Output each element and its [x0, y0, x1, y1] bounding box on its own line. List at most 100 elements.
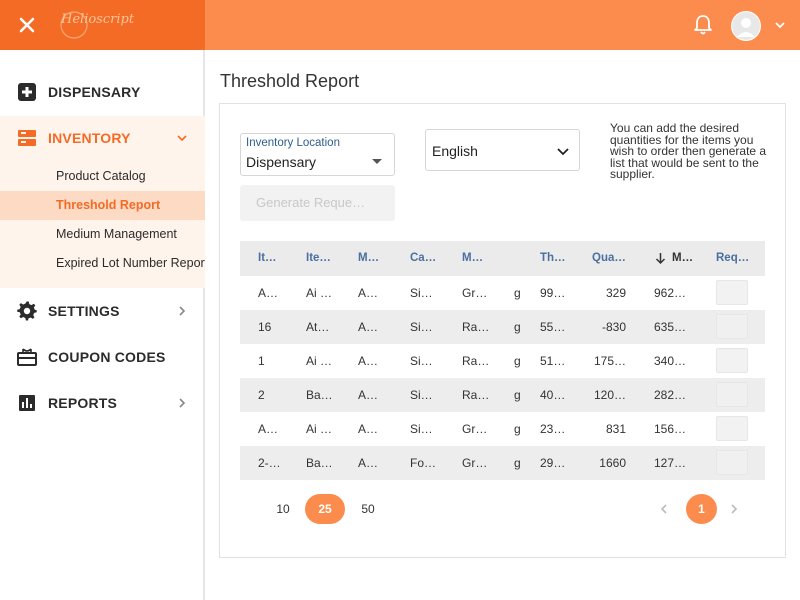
sidebar: DISPENSARY INVENTORY Product Catalog Thr… [0, 50, 205, 600]
dropdown-arrow-icon [372, 159, 382, 164]
table-cell: 329 [605, 286, 626, 300]
table-row: A… Ai … A… Si… Gr… g 99… 329 962… [240, 276, 765, 310]
table-cell: Ai … [306, 354, 333, 368]
table-row: A… Ai … A… Si… Gr… g 23… 831 156… [240, 412, 765, 446]
table-cell: Ra… [462, 388, 490, 402]
column-header[interactable]: Qua… [592, 252, 626, 264]
page-size-25[interactable]: 25 [305, 494, 345, 524]
table-cell: Ra… [462, 320, 490, 334]
column-header[interactable]: M… [358, 252, 379, 264]
table-cell: 127… [654, 456, 687, 470]
table-cell: 55… [540, 320, 566, 334]
column-header[interactable]: Th… [540, 252, 566, 264]
table-cell: 282… [654, 388, 687, 402]
table-cell: 1660 [599, 456, 626, 470]
table-cell: 2-… [258, 456, 281, 470]
chevron-down-icon [177, 135, 187, 142]
chevron-down-icon[interactable] [774, 19, 786, 31]
logo-text: Helioscript [61, 12, 135, 27]
chevron-left-icon[interactable] [658, 503, 670, 515]
request-quantity-input[interactable] [716, 280, 748, 305]
column-header[interactable]: Ite… [306, 252, 331, 264]
table-cell: 16 [258, 320, 272, 334]
table-cell: 51… [540, 354, 566, 368]
bell-icon[interactable] [693, 14, 713, 36]
sidebar-subitem-threshold-report[interactable]: Threshold Report [0, 191, 205, 220]
avatar[interactable] [731, 11, 761, 41]
table-row: 16 At… A… Si… Ra… g 55… -830 635… [240, 310, 765, 344]
gear-icon [17, 301, 37, 321]
sidebar-item-label: COUPON CODES [48, 349, 166, 365]
request-quantity-input[interactable] [716, 450, 748, 475]
request-quantity-input[interactable] [716, 314, 748, 339]
language-value: English [432, 143, 478, 159]
table-cell: Ai … [306, 286, 333, 300]
table-cell: 156… [654, 422, 687, 436]
table-cell: 175… [593, 354, 626, 368]
chevron-right-icon [179, 398, 186, 408]
table-cell: Si… [410, 286, 433, 300]
column-header[interactable]: M… [462, 252, 483, 264]
sidebar-item-inventory[interactable]: INVENTORY [0, 115, 205, 161]
page-size-50[interactable]: 50 [348, 494, 388, 524]
generate-request-button[interactable]: Generate Reque… [240, 185, 395, 221]
sidebar-subitem-product-catalog[interactable]: Product Catalog [0, 162, 205, 191]
column-header[interactable]: It… [258, 252, 277, 264]
sidebar-item-settings[interactable]: SETTINGS [0, 288, 205, 334]
table-cell: A… [258, 422, 279, 436]
chevron-right-icon[interactable] [728, 503, 740, 515]
request-quantity-input[interactable] [716, 416, 748, 441]
table-cell: 120… [593, 388, 626, 402]
table-cell: g [514, 320, 521, 334]
close-icon[interactable] [15, 13, 39, 37]
table-cell: Si… [410, 388, 433, 402]
page-number-current[interactable]: 1 [686, 494, 717, 524]
table-cell: Ra… [462, 354, 490, 368]
sidebar-item-reports[interactable]: REPORTS [0, 380, 205, 426]
table-cell: 340… [654, 354, 687, 368]
help-text: You can add the desired quantities for t… [610, 121, 767, 181]
sidebar-item-label: INVENTORY [48, 130, 131, 146]
table-row: 2 Ba… A… Si… Ra… g 40… 120… 282… [240, 378, 765, 412]
column-header[interactable]: M… [672, 252, 693, 264]
table-cell: 99… [540, 286, 566, 300]
page-size-10[interactable]: 10 [263, 494, 303, 524]
table-cell: A… [258, 286, 279, 300]
table-cell: Si… [410, 422, 433, 436]
sidebar-item-coupon-codes[interactable]: COUPON CODES [0, 334, 205, 380]
request-quantity-input[interactable] [716, 382, 748, 407]
table-row: 1 Ai … A… Si… Ra… g 51… 175… 340… [240, 344, 765, 378]
table-cell: A… [358, 286, 379, 300]
table-cell: 23… [540, 422, 566, 436]
request-quantity-input[interactable] [716, 348, 748, 373]
sidebar-subitem-expired-lot-number-reports[interactable]: Expired Lot Number Reports [0, 249, 205, 278]
table-cell: 40… [540, 388, 566, 402]
table-cell: 29… [540, 456, 566, 470]
inventory-location-value: Dispensary [246, 154, 317, 170]
chevron-right-icon [179, 306, 186, 316]
table-cell: Gr… [462, 286, 488, 300]
sidebar-item-label: DISPENSARY [48, 84, 141, 100]
sidebar-item-dispensary[interactable]: DISPENSARY [0, 69, 205, 115]
table-cell: Fo… [410, 456, 437, 470]
table-cell: -830 [601, 320, 626, 334]
table-cell: Si… [410, 354, 433, 368]
sidebar-item-label: REPORTS [48, 395, 118, 411]
bar-chart-icon [19, 395, 35, 411]
table-cell: A… [358, 388, 379, 402]
inventory-icon [18, 130, 36, 146]
table-cell: Gr… [462, 422, 488, 436]
sidebar-item-label: SETTINGS [48, 303, 120, 319]
table-cell: A… [358, 354, 379, 368]
inventory-location-select[interactable]: Inventory Location Dispensary [240, 133, 395, 176]
table-cell: 635… [654, 320, 687, 334]
table-cell: g [514, 388, 521, 402]
top-bar: Helioscript [0, 0, 800, 50]
sidebar-subitem-medium-management[interactable]: Medium Management [0, 220, 205, 249]
column-header[interactable]: Ca… [410, 252, 436, 264]
table-header: It… Ite… M… Ca… M… Th… Qua… M… Req… [240, 241, 765, 276]
table-cell: Ba… [306, 388, 333, 402]
table-row: 2-… Ba… A… Fo… Gr… g 29… 1660 127… [240, 446, 765, 480]
column-header[interactable]: Req… [716, 252, 749, 264]
language-select[interactable]: English [425, 129, 580, 171]
